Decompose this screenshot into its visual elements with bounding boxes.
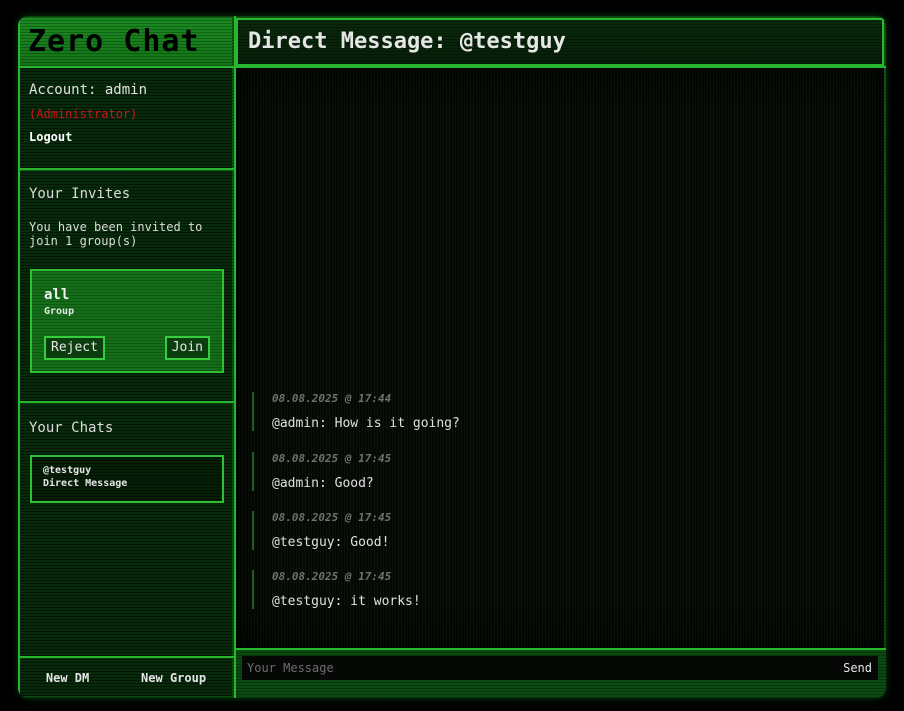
logout-link[interactable]: Logout <box>29 130 223 144</box>
message: 08.08.2025 @ 17:45 @testguy: Good! <box>252 511 852 550</box>
send-button[interactable]: Send <box>843 656 872 680</box>
message: 08.08.2025 @ 17:44 @admin: How is it goi… <box>252 392 852 431</box>
message-timestamp: 08.08.2025 @ 17:45 <box>272 452 392 465</box>
message-text: @testguy: it works! <box>272 594 421 609</box>
message-text: @admin: Good? <box>272 476 374 491</box>
frame-border <box>18 16 20 698</box>
sidebar-actions: New DM New Group <box>20 659 232 696</box>
new-group-button[interactable]: New Group <box>141 671 206 685</box>
composer-divider <box>236 648 886 650</box>
chats-title: Your Chats <box>29 420 114 436</box>
sidebar-divider <box>18 656 234 658</box>
join-button[interactable]: Join <box>164 336 210 360</box>
message-timestamp: 08.08.2025 @ 17:44 <box>272 392 392 405</box>
invite-card: all Group Reject Join <box>30 269 224 373</box>
header-divider <box>18 66 886 68</box>
account-label: Account: admin <box>29 82 148 98</box>
vertical-divider <box>234 16 236 698</box>
message-timestamp: 08.08.2025 @ 17:45 <box>272 511 392 524</box>
new-dm-button[interactable]: New DM <box>46 671 89 685</box>
invite-group-name: all <box>44 287 70 303</box>
reject-button[interactable]: Reject <box>44 336 105 360</box>
message: 08.08.2025 @ 17:45 @testguy: it works! <box>252 570 852 609</box>
message-list[interactable]: 08.08.2025 @ 17:44 @admin: How is it goi… <box>236 68 884 648</box>
message-input[interactable] <box>242 656 822 680</box>
message: 08.08.2025 @ 17:45 @admin: Good? <box>252 452 852 491</box>
sidebar-divider <box>18 401 234 403</box>
account-role: (Administrator) <box>29 107 138 121</box>
app-window: Zero Chat Direct Message: @testguy Accou… <box>18 16 886 698</box>
message-text: @admin: How is it going? <box>272 416 460 431</box>
page-title: Direct Message: @testguy <box>236 18 884 66</box>
app-brand: Zero Chat <box>20 18 232 66</box>
invite-group-type: Group <box>44 306 75 317</box>
message-composer: Send <box>242 656 878 680</box>
sidebar-divider <box>18 168 234 170</box>
chat-item-name: @testguy <box>43 465 92 476</box>
invites-panel: Your Invites You have been invited to jo… <box>20 171 232 401</box>
chats-panel: Your Chats @testguy Direct Message <box>20 404 232 656</box>
invites-text: You have been invited to join 1 group(s) <box>29 220 203 248</box>
message-text: @testguy: Good! <box>272 535 390 550</box>
invites-title: Your Invites <box>29 186 131 202</box>
chat-item-type: Direct Message <box>43 478 128 489</box>
chat-item-testguy[interactable]: @testguy Direct Message <box>30 455 224 503</box>
message-timestamp: 08.08.2025 @ 17:45 <box>272 570 392 583</box>
account-panel: Account: admin (Administrator) Logout <box>20 68 232 168</box>
